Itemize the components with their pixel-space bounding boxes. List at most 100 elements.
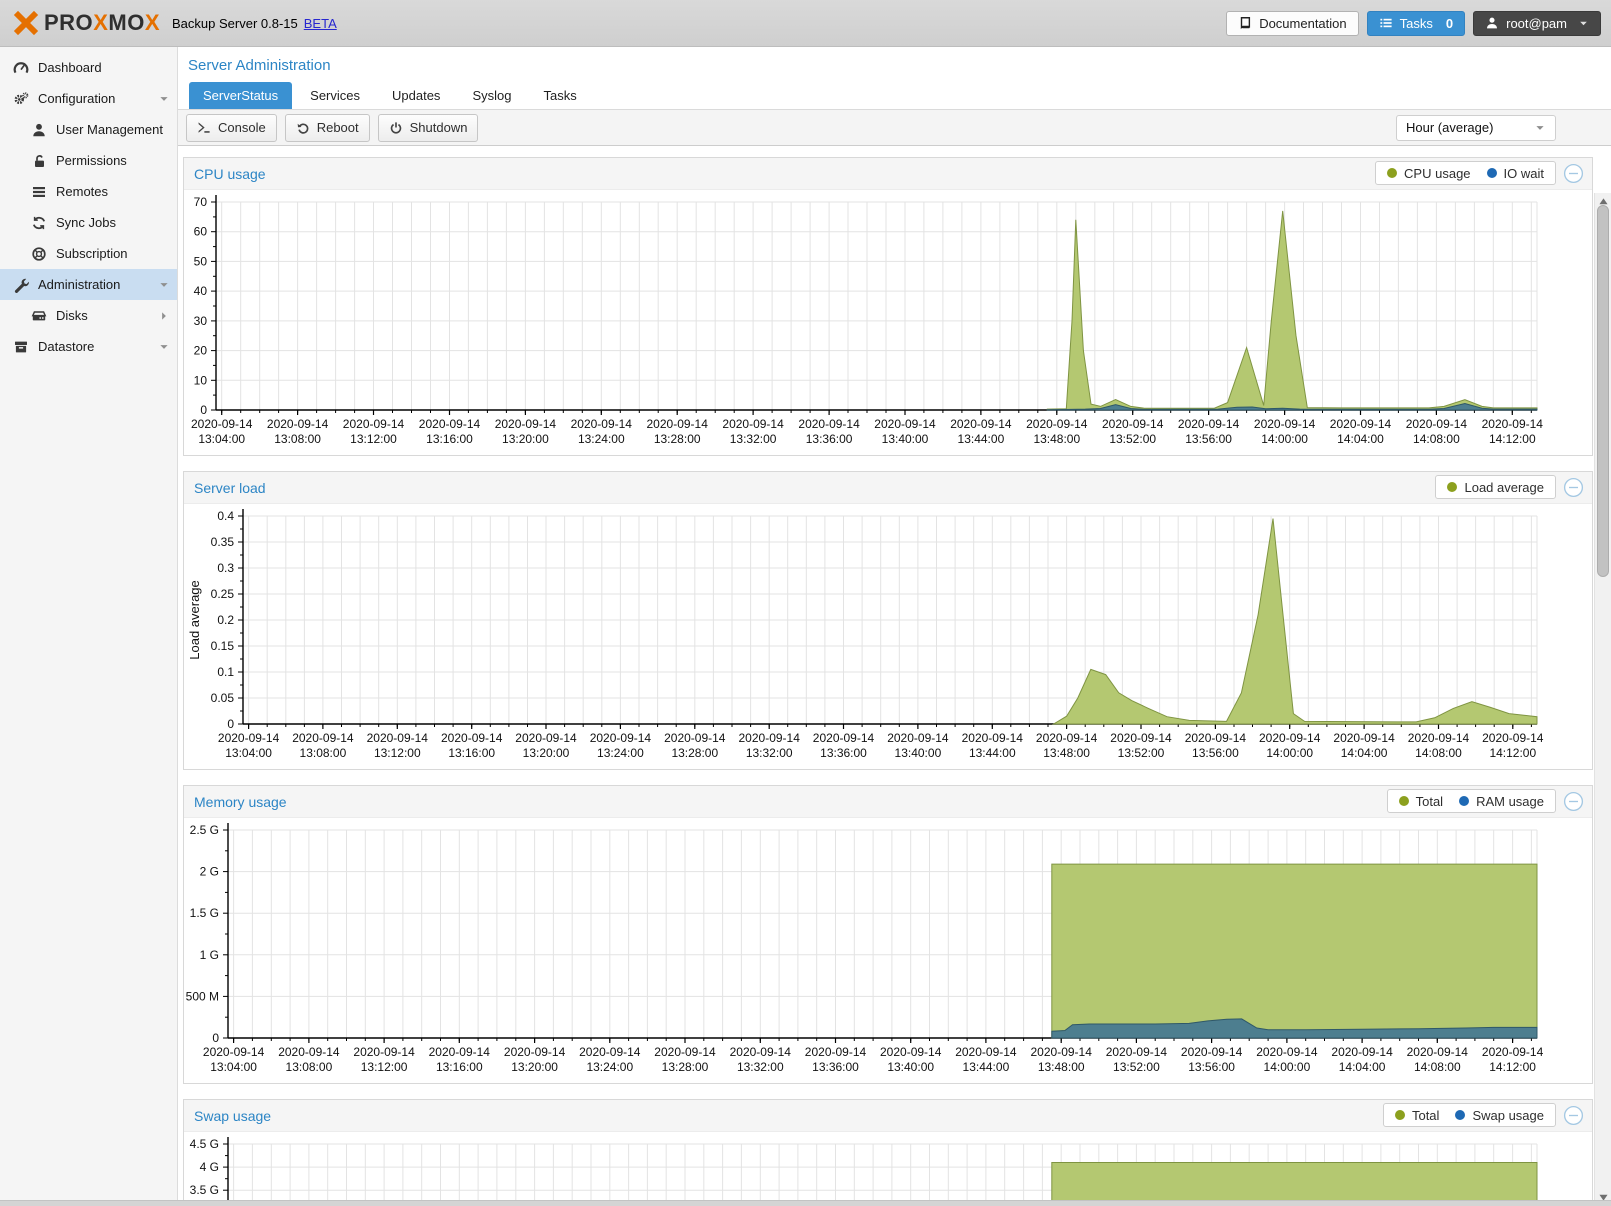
vertical-scrollbar[interactable] [1594,193,1611,1206]
svg-text:2020-09-14: 2020-09-14 [654,1045,716,1059]
scrollbar-thumb[interactable] [1597,205,1609,577]
unlock-icon [31,153,47,169]
svg-text:0.15: 0.15 [211,639,235,653]
lifering-icon [31,246,47,262]
svg-text:2020-09-14: 2020-09-14 [515,731,577,745]
svg-text:2020-09-14: 2020-09-14 [1110,731,1172,745]
svg-text:2020-09-14: 2020-09-14 [1036,731,1098,745]
chevron-right-icon[interactable] [158,310,170,322]
sidebar-item-permissions[interactable]: Permissions [0,145,177,176]
sidebar-item-configuration[interactable]: Configuration [0,83,177,114]
svg-text:13:44:00: 13:44:00 [958,432,1005,446]
sidebar-item-dashboard[interactable]: Dashboard [0,52,177,83]
top-header: PROXMOX Backup Server 0.8-15 BETA Docume… [0,0,1611,47]
sidebar-item-sync-jobs[interactable]: Sync Jobs [0,207,177,238]
svg-text:1.5 G: 1.5 G [190,906,219,920]
svg-text:13:44:00: 13:44:00 [963,1060,1010,1074]
console-button[interactable]: Console [186,114,277,142]
toolbar-buttons: Console Reboot Shutdown [186,114,486,142]
collapse-panel-button[interactable] [1563,791,1584,812]
panel-cpu-usage: CPU usageCPU usageIO wait010203040506070… [183,157,1593,456]
sidebar-item-subscription[interactable]: Subscription [0,238,177,269]
documentation-button[interactable]: Documentation [1226,11,1358,36]
legend-item[interactable]: Load average [1447,480,1544,495]
svg-text:4 G: 4 G [200,1160,219,1174]
chart-body: 0102030405060702020-09-1413:04:002020-09… [184,190,1592,455]
svg-text:14:00:00: 14:00:00 [1264,1060,1311,1074]
sidebar-item-remotes[interactable]: Remotes [0,176,177,207]
tab-tasks[interactable]: Tasks [529,82,590,109]
gears-icon [13,91,29,107]
svg-text:2020-09-14: 2020-09-14 [1254,417,1316,431]
minus-circle-icon [1563,171,1584,188]
datastore-icon [13,339,29,355]
sidebar-item-label: Disks [56,308,88,323]
collapse-panel-button[interactable] [1563,477,1584,498]
sidebar-item-disks[interactable]: Disks [0,300,177,331]
bottom-scroll-strip[interactable] [0,1200,1611,1206]
user-label: root@pam [1506,16,1567,31]
legend-item[interactable]: Swap usage [1455,1108,1544,1123]
sidebar-item-datastore[interactable]: Datastore [0,331,177,362]
svg-text:13:32:00: 13:32:00 [746,746,793,760]
svg-text:13:24:00: 13:24:00 [586,1060,633,1074]
page-title: Server Administration [178,47,1611,82]
svg-text:2020-09-14: 2020-09-14 [1330,417,1392,431]
svg-text:2020-09-14: 2020-09-14 [504,1045,566,1059]
svg-text:2020-09-14: 2020-09-14 [722,417,784,431]
tasks-button[interactable]: Tasks 0 [1367,11,1465,36]
app-window: PROXMOX Backup Server 0.8-15 BETA Docume… [0,0,1611,1206]
svg-text:13:12:00: 13:12:00 [350,432,397,446]
svg-text:Load average: Load average [187,580,202,660]
svg-text:2020-09-14: 2020-09-14 [1181,1045,1243,1059]
svg-text:13:44:00: 13:44:00 [969,746,1016,760]
tab-syslog[interactable]: Syslog [458,82,525,109]
svg-text:2020-09-14: 2020-09-14 [887,731,949,745]
svg-text:13:56:00: 13:56:00 [1188,1060,1235,1074]
book-icon [1238,16,1252,30]
chevron-down-icon[interactable] [158,341,170,353]
svg-text:2020-09-14: 2020-09-14 [950,417,1012,431]
tab-services[interactable]: Services [296,82,374,109]
reboot-button[interactable]: Reboot [285,114,370,142]
user-menu-button[interactable]: root@pam [1473,11,1601,36]
svg-text:500 M: 500 M [186,989,219,1003]
svg-text:2020-09-14: 2020-09-14 [1407,1045,1469,1059]
beta-link[interactable]: BETA [304,16,337,31]
legend-item[interactable]: Total [1395,1108,1439,1123]
svg-text:0: 0 [227,717,234,731]
sidebar-item-user-management[interactable]: User Management [0,114,177,145]
legend-item[interactable]: CPU usage [1387,166,1470,181]
sidebar-item-administration[interactable]: Administration [0,269,177,300]
svg-text:0: 0 [212,1031,219,1045]
panel-header: Server loadLoad average [184,472,1592,504]
brand-wordmark: PROXMOX [44,10,160,36]
svg-text:2020-09-14: 2020-09-14 [730,1045,792,1059]
documentation-label: Documentation [1259,16,1346,31]
svg-text:2020-09-14: 2020-09-14 [1406,417,1468,431]
svg-text:2020-09-14: 2020-09-14 [962,731,1024,745]
legend-item[interactable]: Total [1399,794,1443,809]
legend-item[interactable]: RAM usage [1459,794,1544,809]
legend-label: RAM usage [1476,794,1544,809]
range-select[interactable]: Hour (average) [1396,115,1556,141]
tab-updates[interactable]: Updates [378,82,454,109]
tab-serverstatus[interactable]: ServerStatus [189,82,292,109]
svg-text:13:48:00: 13:48:00 [1043,746,1090,760]
toolbar-button-label: Reboot [317,120,359,135]
legend-label: Swap usage [1472,1108,1544,1123]
svg-text:14:12:00: 14:12:00 [1489,746,1536,760]
svg-text:13:36:00: 13:36:00 [812,1060,859,1074]
brand-segment: X [145,10,160,35]
brand-segment: MO [108,10,144,35]
svg-text:2020-09-14: 2020-09-14 [419,417,481,431]
chevron-down-icon[interactable] [158,93,170,105]
legend-item[interactable]: IO wait [1487,166,1544,181]
chevron-down-icon[interactable] [158,279,170,291]
sidebar-nav: DashboardConfigurationUser ManagementPer… [0,47,178,1206]
legend-dot-icon [1447,482,1457,492]
shutdown-button[interactable]: Shutdown [378,114,479,142]
collapse-panel-button[interactable] [1563,1105,1584,1126]
collapse-panel-button[interactable] [1563,163,1584,184]
legend-dot-icon [1387,168,1397,178]
